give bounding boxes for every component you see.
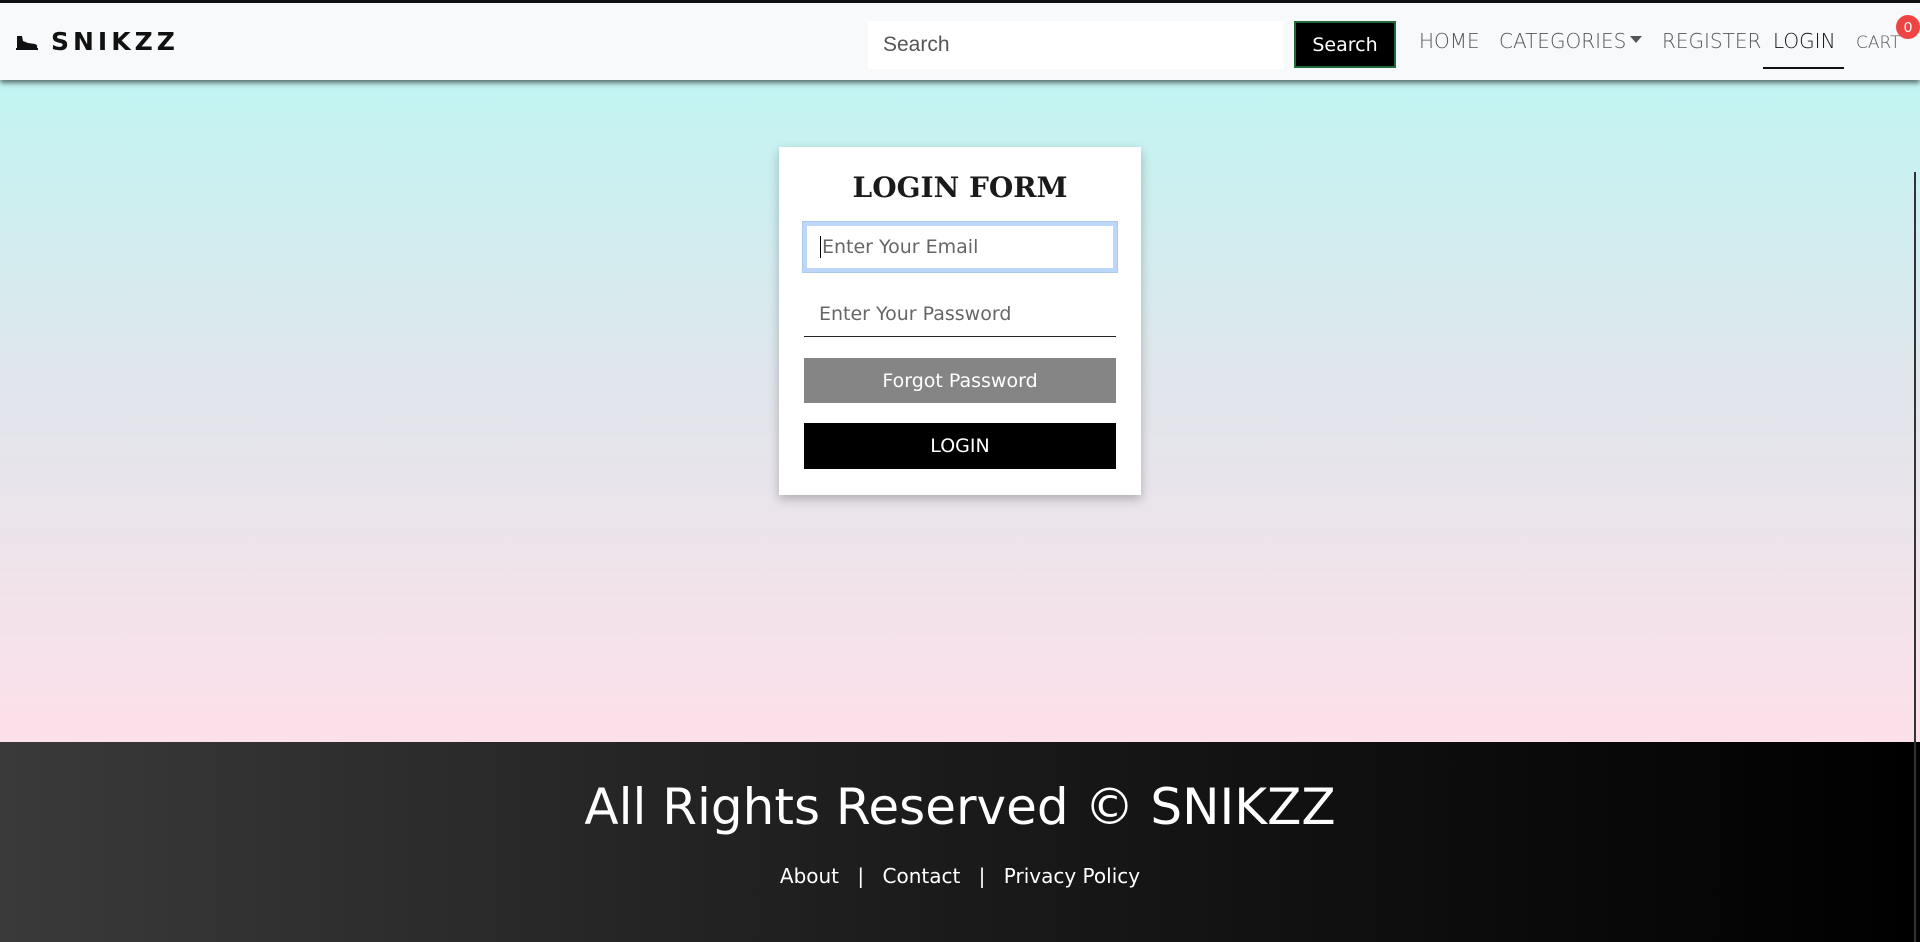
footer-links: About | Contact | Privacy Policy bbox=[0, 864, 1920, 888]
text-cursor bbox=[820, 236, 821, 258]
nav-register[interactable]: REGISTER bbox=[1662, 29, 1761, 53]
password-placeholder: Enter Your Password bbox=[819, 303, 1012, 325]
footer: All Rights Reserved © SNIKZZ About | Con… bbox=[0, 742, 1920, 942]
caret-down-icon bbox=[1630, 36, 1643, 43]
brand-name: SNIKZZ bbox=[51, 27, 179, 56]
footer-separator: | bbox=[857, 864, 865, 888]
forgot-password-button[interactable]: Forgot Password bbox=[804, 358, 1116, 403]
nav-login[interactable]: LOGIN bbox=[1773, 29, 1836, 53]
nav-categories-dropdown[interactable]: CATEGORIES bbox=[1499, 29, 1643, 53]
footer-separator: | bbox=[978, 864, 986, 888]
search-placeholder: Search bbox=[883, 33, 950, 56]
cart-count-badge: 0 bbox=[1896, 15, 1920, 39]
nav-cart[interactable]: CART bbox=[1856, 33, 1900, 53]
login-title: LOGIN FORM bbox=[852, 171, 1068, 204]
nav-home[interactable]: HOME bbox=[1419, 29, 1480, 53]
footer-link-about[interactable]: About bbox=[780, 864, 839, 888]
brand-link[interactable]: SNIKZZ bbox=[15, 27, 179, 56]
active-nav-underline bbox=[1763, 67, 1844, 69]
footer-link-privacy-policy[interactable]: Privacy Policy bbox=[1004, 864, 1140, 888]
search-button[interactable]: Search bbox=[1294, 21, 1396, 68]
password-field[interactable]: Enter Your Password bbox=[804, 292, 1116, 337]
navbar: SNIKZZ Search Search HOME CATEGORIES REG… bbox=[0, 0, 1920, 80]
search-input[interactable]: Search bbox=[868, 21, 1284, 69]
login-card: LOGIN FORM Enter Your Email Enter Your P… bbox=[779, 147, 1141, 495]
email-placeholder: Enter Your Email bbox=[822, 236, 979, 258]
login-button[interactable]: LOGIN bbox=[804, 423, 1116, 469]
email-field[interactable]: Enter Your Email bbox=[802, 221, 1118, 273]
footer-copyright: All Rights Reserved © SNIKZZ bbox=[584, 778, 1336, 836]
scrollbar[interactable] bbox=[1914, 172, 1916, 942]
nav-categories-label: CATEGORIES bbox=[1499, 29, 1627, 53]
footer-link-contact[interactable]: Contact bbox=[883, 864, 961, 888]
sneaker-icon bbox=[16, 35, 38, 50]
